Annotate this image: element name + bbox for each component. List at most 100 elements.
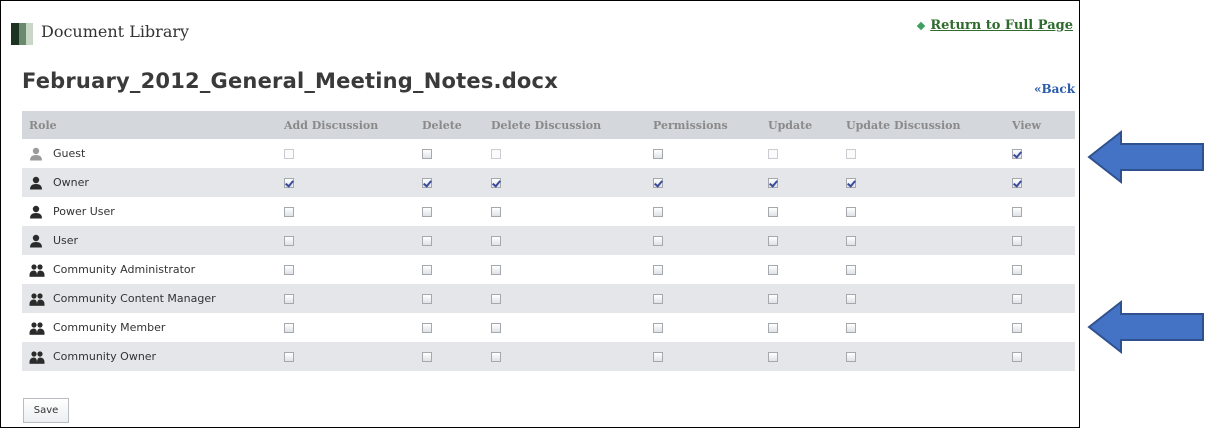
permission-checkbox-add-discussion[interactable]	[284, 265, 294, 275]
permission-checkbox-add-discussion[interactable]	[284, 236, 294, 246]
column-header-update: Update	[761, 111, 839, 139]
permission-checkbox-view[interactable]	[1012, 352, 1022, 362]
return-to-full-page-link[interactable]: Return to Full Page	[917, 18, 1073, 33]
permission-cell	[1005, 168, 1075, 197]
permission-checkbox-delete[interactable]	[422, 294, 432, 304]
permission-cell	[484, 139, 646, 168]
permission-checkbox-delete-discussion[interactable]	[491, 207, 501, 217]
permission-cell	[277, 197, 415, 226]
group-icon	[29, 350, 45, 364]
role-cell: User	[22, 226, 277, 255]
role-label: Power User	[53, 205, 115, 218]
permission-checkbox-delete-discussion[interactable]	[491, 178, 501, 188]
permission-checkbox-delete-discussion[interactable]	[491, 265, 501, 275]
permission-checkbox-permissions[interactable]	[653, 323, 663, 333]
permission-cell	[761, 139, 839, 168]
permission-checkbox-delete[interactable]	[422, 265, 432, 275]
permission-checkbox-view[interactable]	[1012, 294, 1022, 304]
permission-checkbox-update[interactable]	[768, 323, 778, 333]
table-row: Guest	[22, 139, 1075, 168]
permission-checkbox-delete[interactable]	[422, 178, 432, 188]
column-header-permissions: Permissions	[646, 111, 761, 139]
permission-checkbox-view[interactable]	[1012, 323, 1022, 333]
permission-checkbox-delete[interactable]	[422, 236, 432, 246]
permission-checkbox-view[interactable]	[1012, 178, 1022, 188]
permission-checkbox-permissions[interactable]	[653, 265, 663, 275]
permission-checkbox-update[interactable]	[768, 352, 778, 362]
permission-checkbox-permissions[interactable]	[653, 352, 663, 362]
permission-checkbox-view[interactable]	[1012, 149, 1022, 159]
permission-checkbox-permissions[interactable]	[653, 294, 663, 304]
permission-cell	[839, 168, 1005, 197]
permission-checkbox-update-discussion[interactable]	[846, 265, 856, 275]
role-cell: Owner	[22, 168, 277, 197]
permission-cell	[415, 255, 484, 284]
permission-checkbox-delete[interactable]	[422, 207, 432, 217]
column-header-view: View	[1005, 111, 1075, 139]
permission-checkbox-view[interactable]	[1012, 265, 1022, 275]
column-header-update-discussion: Update Discussion	[839, 111, 1005, 139]
permission-cell	[646, 168, 761, 197]
column-header-delete: Delete	[415, 111, 484, 139]
role-cell: Community Administrator	[22, 255, 277, 284]
group-icon	[29, 263, 45, 277]
permission-checkbox-update[interactable]	[768, 236, 778, 246]
permission-cell	[839, 284, 1005, 313]
save-button[interactable]: Save	[23, 398, 69, 423]
permission-cell	[484, 342, 646, 371]
permission-checkbox-update[interactable]	[768, 178, 778, 188]
permission-checkbox-update-discussion[interactable]	[846, 352, 856, 362]
diamond-bullet-icon	[917, 21, 926, 30]
role-label: Guest	[53, 147, 86, 160]
permission-cell	[1005, 226, 1075, 255]
permission-checkbox-add-discussion[interactable]	[284, 323, 294, 333]
permission-cell	[646, 197, 761, 226]
permission-checkbox-delete-discussion[interactable]	[491, 294, 501, 304]
permission-checkbox-delete[interactable]	[422, 352, 432, 362]
permission-cell	[646, 342, 761, 371]
permission-checkbox-add-discussion[interactable]	[284, 207, 294, 217]
permission-checkbox-update[interactable]	[768, 265, 778, 275]
role-label: User	[53, 234, 79, 247]
permission-checkbox-delete[interactable]	[422, 149, 432, 159]
permission-checkbox-delete[interactable]	[422, 323, 432, 333]
permission-checkbox-update-discussion[interactable]	[846, 294, 856, 304]
permission-cell	[646, 139, 761, 168]
permission-checkbox-view[interactable]	[1012, 207, 1022, 217]
permission-checkbox-add-discussion[interactable]	[284, 294, 294, 304]
permission-cell	[761, 342, 839, 371]
permission-cell	[484, 197, 646, 226]
permission-checkbox-add-discussion[interactable]	[284, 352, 294, 362]
permission-cell	[415, 139, 484, 168]
permission-checkbox-update[interactable]	[768, 294, 778, 304]
permission-cell	[484, 226, 646, 255]
permission-checkbox-permissions[interactable]	[653, 178, 663, 188]
permission-checkbox-update-discussion[interactable]	[846, 236, 856, 246]
permission-checkbox-permissions[interactable]	[653, 236, 663, 246]
permission-checkbox-permissions[interactable]	[653, 149, 663, 159]
permission-checkbox-update-discussion[interactable]	[846, 178, 856, 188]
annotation-arrow-guest	[1087, 129, 1204, 185]
permission-cell	[484, 284, 646, 313]
permission-checkbox-delete-discussion[interactable]	[491, 352, 501, 362]
permission-checkbox-delete-discussion[interactable]	[491, 323, 501, 333]
user-icon	[29, 234, 45, 248]
permission-checkbox-add-discussion[interactable]	[284, 178, 294, 188]
permission-checkbox-update[interactable]	[768, 207, 778, 217]
permission-checkbox-permissions[interactable]	[653, 207, 663, 217]
permission-checkbox-update-discussion[interactable]	[846, 207, 856, 217]
portlet-header: Document Library Return to Full Page	[9, 18, 1075, 48]
permission-checkbox-view[interactable]	[1012, 236, 1022, 246]
role-label: Community Member	[53, 321, 166, 334]
permission-cell	[1005, 139, 1075, 168]
permission-cell	[1005, 255, 1075, 284]
portlet-title: Document Library	[41, 22, 190, 41]
permission-checkbox-delete-discussion[interactable]	[491, 236, 501, 246]
permission-cell	[839, 342, 1005, 371]
document-library-portlet: Document Library Return to Full Page Feb…	[0, 0, 1080, 428]
permission-cell	[646, 255, 761, 284]
permission-checkbox-update-discussion[interactable]	[846, 323, 856, 333]
back-link[interactable]: «Back	[1034, 82, 1075, 96]
permission-cell	[839, 313, 1005, 342]
permission-cell	[761, 284, 839, 313]
